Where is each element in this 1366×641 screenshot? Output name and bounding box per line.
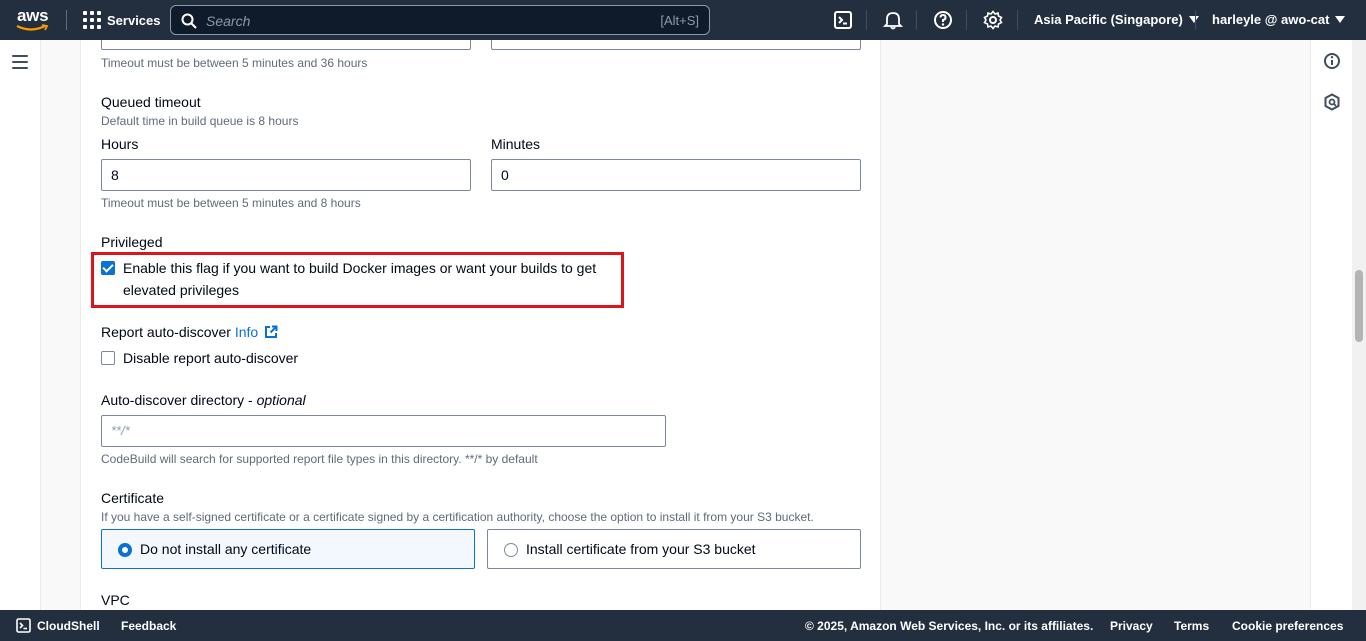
services-label: Services (107, 12, 161, 28)
vpc-label: VPC (101, 592, 130, 608)
footer-privacy-link[interactable]: Privacy (1110, 619, 1153, 633)
certificate-description: If you have a self-signed certificate or… (101, 510, 814, 524)
chevron-down-icon (1188, 16, 1199, 23)
footer-feedback-link[interactable]: Feedback (121, 619, 176, 633)
auto-discover-directory-description: CodeBuild will search for supported repo… (101, 452, 538, 466)
region-selector[interactable]: Asia Pacific (Singapore) (1034, 12, 1199, 27)
queued-hours-input[interactable]: 8 (101, 159, 471, 191)
region-label: Asia Pacific (Singapore) (1034, 12, 1183, 27)
privileged-checkbox-label-line1: Enable this flag if you want to build Do… (123, 260, 597, 276)
queued-timeout-description: Default time in build queue is 8 hours (101, 114, 299, 128)
queued-minutes-input[interactable]: 0 (491, 159, 861, 191)
top-navigation: aws Services Search [Alt+S] Asia Pacific… (0, 0, 1366, 40)
auto-discover-directory-label: Auto-discover directory - optional (101, 392, 306, 408)
disable-report-auto-discover-label: Disable report auto-discover (123, 350, 299, 366)
menu-hamburger-icon[interactable] (12, 55, 28, 69)
notifications-bell-icon[interactable] (883, 10, 903, 30)
auto-discover-directory-input[interactable]: **/* (101, 415, 666, 447)
timeout-hours-input[interactable] (101, 40, 471, 50)
services-grid-icon (83, 11, 101, 29)
amazon-q-icon[interactable] (1323, 93, 1341, 111)
aws-smile-icon (16, 24, 49, 31)
footer-copyright: © 2025, Amazon Web Services, Inc. or its… (805, 619, 1094, 633)
left-navigation-rail (0, 40, 41, 610)
radio-unselected-icon (504, 543, 518, 557)
aws-logo-text: aws (17, 6, 49, 25)
page-scrollbar[interactable] (1352, 40, 1366, 610)
disable-report-auto-discover-checkbox[interactable] (101, 351, 115, 365)
help-icon[interactable] (933, 10, 953, 30)
nav-divider (66, 10, 67, 30)
auto-discover-directory-text: Auto-discover directory - (101, 392, 257, 408)
info-icon[interactable] (1323, 52, 1341, 70)
cloudshell-icon[interactable] (16, 618, 31, 633)
radio-selected-icon (118, 543, 132, 557)
right-tools-rail (1310, 40, 1352, 610)
queued-hours-label: Hours (101, 136, 139, 152)
scrollbar-thumb[interactable] (1355, 270, 1363, 342)
nav-divider (916, 10, 917, 30)
certificate-option-none[interactable]: Do not install any certificate (101, 529, 475, 569)
nav-divider (1017, 10, 1018, 30)
search-placeholder: Search (206, 13, 251, 29)
content-background (881, 40, 1310, 610)
form-panel: Timeout must be between 5 minutes and 36… (80, 40, 881, 610)
services-menu-button[interactable]: Services (83, 11, 161, 29)
chevron-down-icon (1335, 16, 1346, 23)
timeout-minutes-input[interactable] (491, 40, 861, 50)
privileged-checkbox[interactable] (101, 261, 115, 275)
external-link-icon[interactable] (264, 325, 278, 339)
certificate-option-s3[interactable]: Install certificate from your S3 bucket (487, 529, 861, 569)
nav-divider (966, 10, 967, 30)
timeout-constraint-text: Timeout must be between 5 minutes and 36… (101, 56, 368, 70)
queued-timeout-constraint: Timeout must be between 5 minutes and 8 … (101, 196, 361, 210)
footer-cookie-preferences-link[interactable]: Cookie preferences (1232, 619, 1343, 633)
queued-minutes-label: Minutes (491, 136, 541, 152)
search-icon (181, 13, 197, 29)
footer-cloudshell-link[interactable]: CloudShell (37, 619, 100, 633)
report-auto-discover-label: Report auto-discover Info (101, 324, 278, 340)
account-menu[interactable]: harleyle @ awo-cat (1212, 12, 1346, 27)
content-background (41, 40, 80, 610)
certificate-label: Certificate (101, 490, 165, 506)
footer-terms-link[interactable]: Terms (1174, 619, 1209, 633)
cloudshell-icon[interactable] (833, 10, 853, 30)
nav-divider (866, 10, 867, 30)
nav-divider (1195, 10, 1196, 30)
privileged-checkbox-label-line2: elevated privileges (123, 282, 239, 298)
settings-gear-icon[interactable] (983, 10, 1003, 30)
account-label: harleyle @ awo-cat (1212, 12, 1330, 27)
search-input[interactable]: Search [Alt+S] (170, 5, 710, 35)
queued-timeout-label: Queued timeout (101, 94, 201, 110)
console-footer: CloudShell Feedback © 2025, Amazon Web S… (0, 610, 1366, 641)
certificate-option-s3-label: Install certificate from your S3 bucket (526, 541, 756, 557)
privileged-label: Privileged (101, 234, 163, 250)
optional-tag: optional (256, 392, 306, 408)
search-shortcut: [Alt+S] (660, 13, 699, 28)
info-link[interactable]: Info (235, 324, 258, 340)
certificate-option-none-label: Do not install any certificate (140, 541, 312, 557)
report-auto-discover-text: Report auto-discover (101, 324, 231, 340)
aws-logo[interactable]: aws (14, 6, 54, 34)
